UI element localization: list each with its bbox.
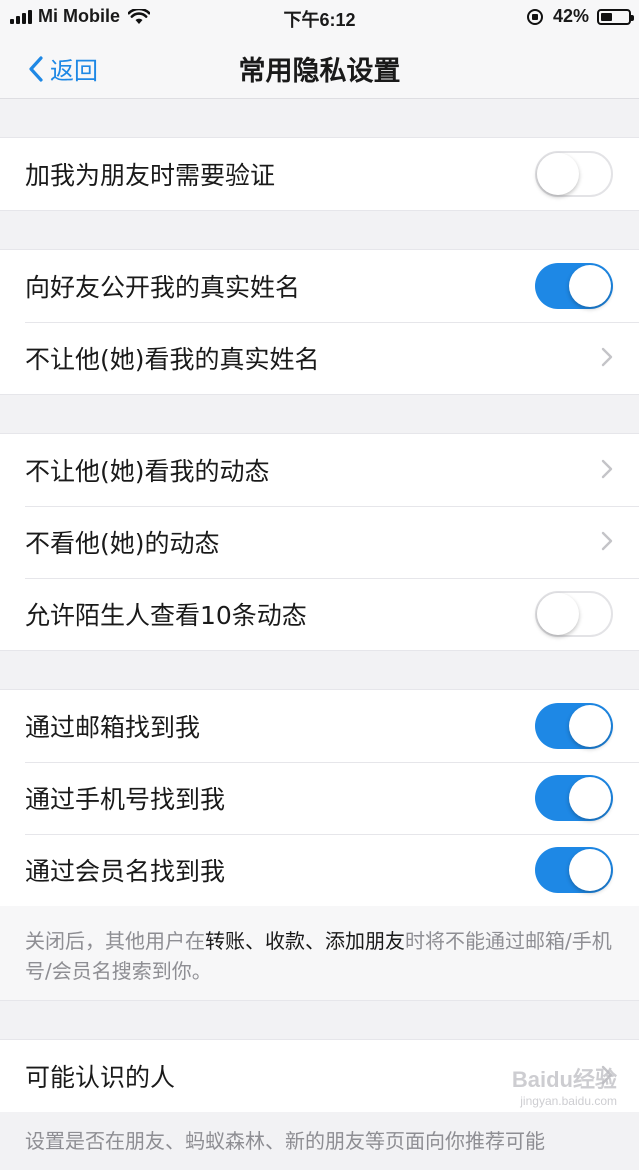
watermark-sub: jingyan.baidu.com xyxy=(520,1094,617,1108)
chevron-right-icon xyxy=(601,459,613,479)
note-text-1: 关闭后，其他用户在 xyxy=(25,929,205,953)
group-find-me: 通过邮箱找到我 通过手机号找到我 通过会员名找到我 xyxy=(0,689,639,906)
find-by-member-label: 通过会员名找到我 xyxy=(25,857,226,886)
stranger-moments-row: 允许陌生人查看10条动态 xyxy=(0,578,639,650)
find-by-email-toggle[interactable] xyxy=(535,703,613,749)
find-by-phone-row: 通过手机号找到我 xyxy=(0,762,639,834)
battery-percent: 42% xyxy=(552,6,589,26)
hide-real-name-label: 不让他(她)看我的真实姓名 xyxy=(25,345,320,374)
find-me-note: 关闭后，其他用户在转账、收款、添加朋友时将不能通过邮箱/手机号/会员名搜索到你。 xyxy=(0,906,639,1001)
verify-friend-row: 加我为朋友时需要验证 xyxy=(0,138,639,210)
not-see-moments-row[interactable]: 不看他(她)的动态 xyxy=(0,506,639,578)
group-moments: 不让他(她)看我的动态 不看他(她)的动态 允许陌生人查看10条动态 xyxy=(0,433,639,651)
may-know-note: 设置是否在朋友、蚂蚁森林、新的朋友等页面向你推荐可能 xyxy=(25,1129,545,1153)
verify-friend-label: 加我为朋友时需要验证 xyxy=(25,161,276,190)
rotation-lock-icon xyxy=(526,8,543,25)
verify-friend-toggle[interactable] xyxy=(535,151,613,197)
show-real-name-row: 向好友公开我的真实姓名 xyxy=(0,250,639,322)
baidu-watermark: Baidu经验 jingyan.baidu.com xyxy=(512,1062,617,1108)
find-by-phone-label: 通过手机号找到我 xyxy=(25,785,226,814)
show-real-name-toggle[interactable] xyxy=(535,263,613,309)
group-verification: 加我为朋友时需要验证 xyxy=(0,137,639,211)
find-by-email-row: 通过邮箱找到我 xyxy=(0,690,639,762)
battery-fill xyxy=(601,12,612,21)
group-real-name: 向好友公开我的真实姓名 不让他(她)看我的真实姓名 xyxy=(0,249,639,395)
stranger-moments-label: 允许陌生人查看10条动态 xyxy=(25,601,307,630)
status-bar: Mi Mobile 下午6:12 42% xyxy=(0,0,639,34)
find-by-member-toggle[interactable] xyxy=(535,847,613,893)
settings-list: 加我为朋友时需要验证 向好友公开我的真实姓名 不让他(她)看我的真实姓名 不让他… xyxy=(0,99,639,1170)
hide-moments-label: 不让他(她)看我的动态 xyxy=(25,457,270,486)
find-by-member-row: 通过会员名找到我 xyxy=(0,834,639,906)
chevron-right-icon xyxy=(601,347,613,367)
page-title: 常用隐私设置 xyxy=(238,56,401,87)
battery-icon xyxy=(597,8,634,25)
hide-moments-row[interactable]: 不让他(她)看我的动态 xyxy=(0,434,639,506)
stranger-moments-toggle[interactable] xyxy=(535,591,613,637)
not-see-moments-label: 不看他(她)的动态 xyxy=(25,529,220,558)
show-real-name-label: 向好友公开我的真实姓名 xyxy=(25,273,301,302)
note-highlight: 转账、收款、添加朋友 xyxy=(205,929,405,953)
may-know-label: 可能认识的人 xyxy=(25,1063,176,1092)
watermark-text: Baidu经验 xyxy=(511,1067,617,1092)
status-right: 42% xyxy=(526,6,634,27)
hide-real-name-row[interactable]: 不让他(她)看我的真实姓名 xyxy=(0,322,639,394)
nav-bar: 返回 常用隐私设置 xyxy=(0,34,639,99)
find-by-phone-toggle[interactable] xyxy=(535,775,613,821)
find-by-email-label: 通过邮箱找到我 xyxy=(25,713,201,742)
chevron-right-icon xyxy=(601,531,613,551)
